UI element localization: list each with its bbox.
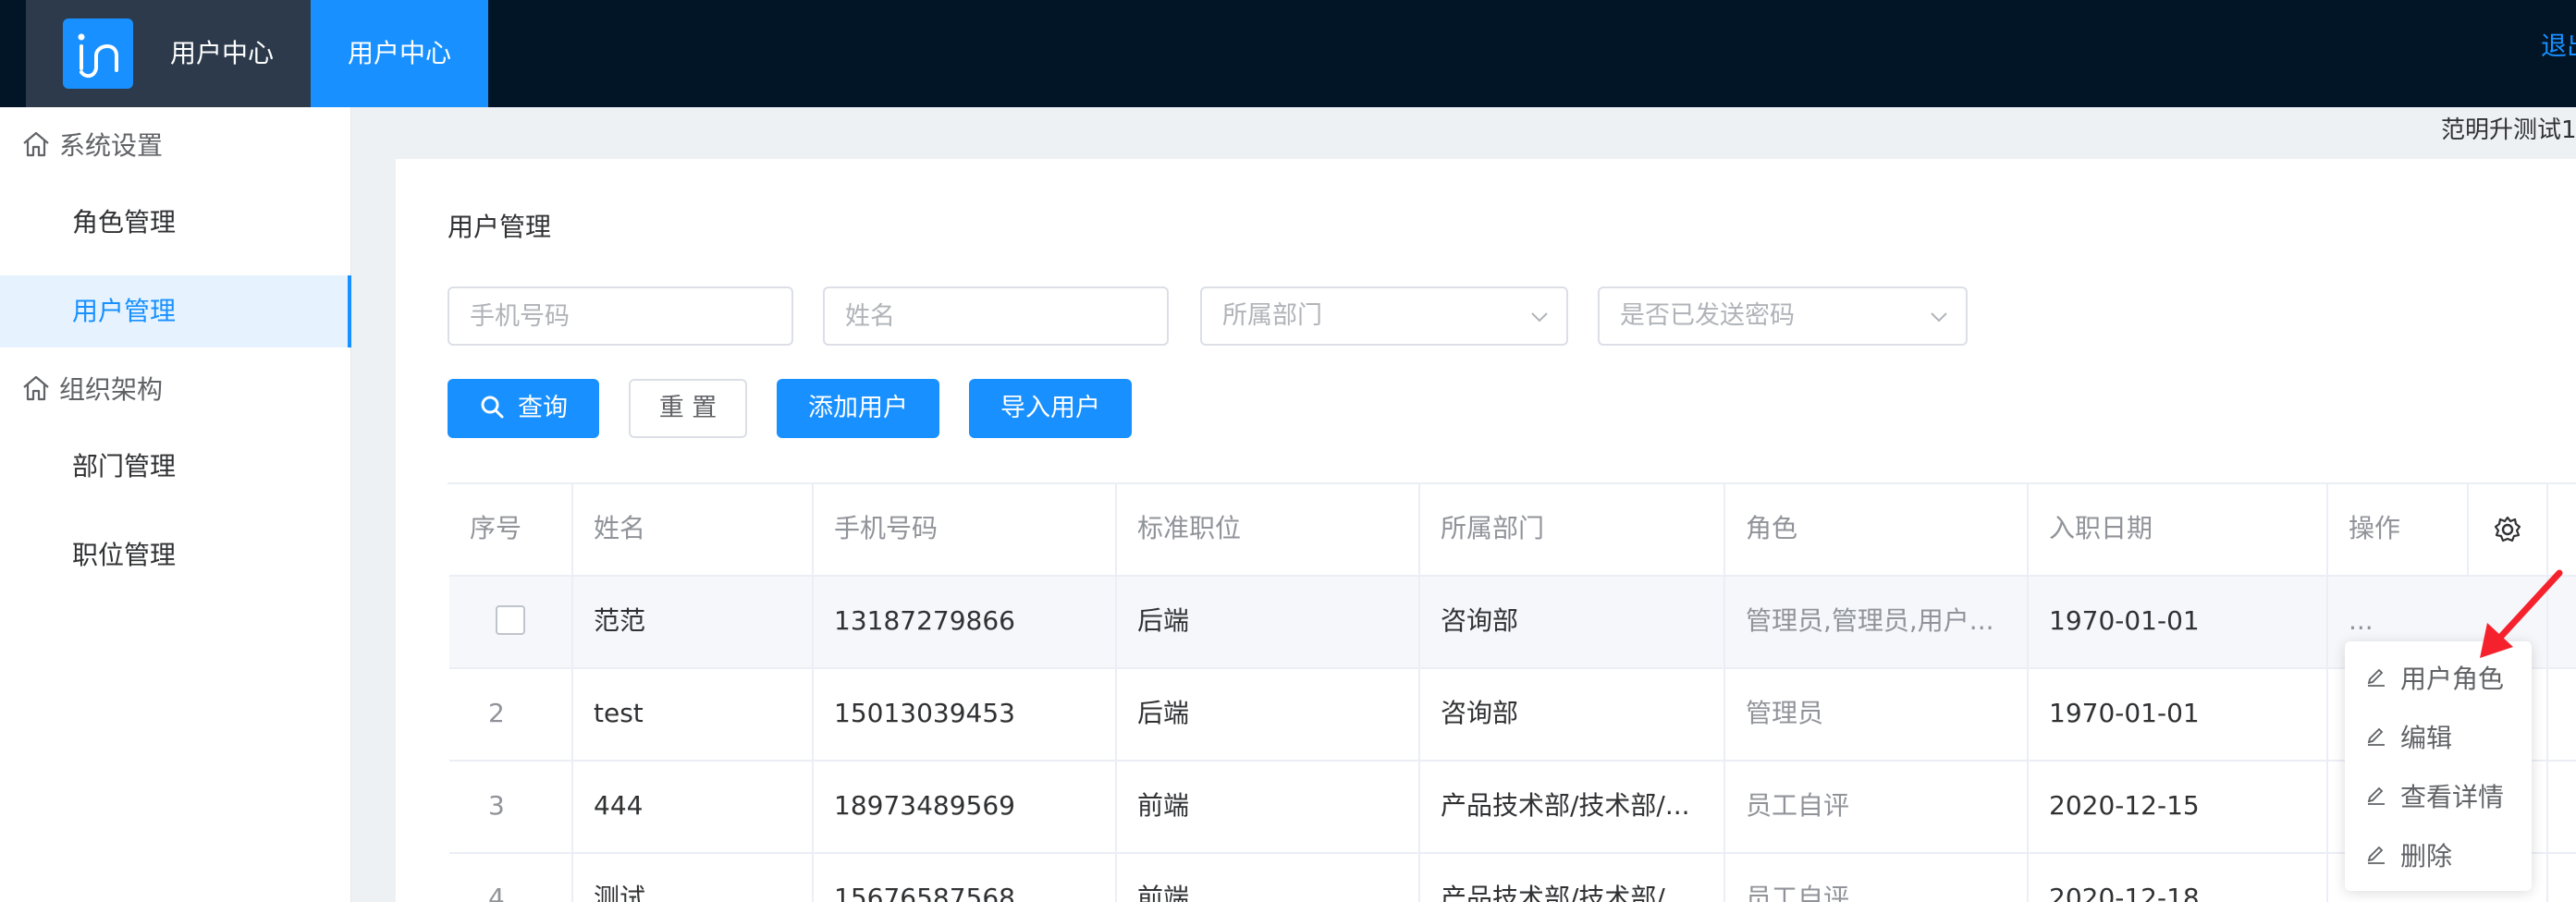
cell-department: 产品技术部/技术部/...	[1420, 854, 1725, 902]
nav-user-center-label: 用户中心	[348, 38, 452, 68]
cell-name: 范范	[573, 577, 814, 667]
cell-department: 咨询部	[1420, 669, 1725, 760]
sidebar-item-role-management[interactable]: 角色管理	[0, 187, 351, 259]
edit-pencil-icon	[2367, 727, 2385, 746]
table-row[interactable]: 3 444 18973489569 前端 产品技术部/技术部/... 员工自评 …	[449, 762, 2576, 854]
cell-phone: 15676587568	[814, 854, 1117, 902]
sidebar-item-position-management[interactable]: 职位管理	[0, 519, 351, 591]
header-name: 姓名	[573, 484, 814, 575]
user-table: 序号 姓名 手机号码 标准职位 所属部门 角色 入职日期 操作 范范 13187…	[448, 482, 2576, 902]
menu-item-label: 编辑	[2400, 723, 2453, 753]
page-title: 用户管理	[448, 212, 552, 242]
column-settings[interactable]	[2469, 484, 2548, 575]
chevron-down-icon	[1531, 312, 1548, 323]
table-row[interactable]: 2 test 15013039453 后端 咨询部 管理员 1970-01-01	[449, 669, 2576, 762]
header-phone: 手机号码	[814, 484, 1117, 575]
cell-join-date: 2020-12-18	[2029, 854, 2328, 902]
search-button-label: 查询	[518, 394, 568, 422]
current-user-name: 范明升测试1	[2441, 116, 2576, 144]
header-department: 所属部门	[1420, 484, 1725, 575]
row-checkbox-cell[interactable]	[449, 577, 573, 667]
menu-item-label: 查看详情	[2400, 782, 2505, 812]
table-row[interactable]: 4 测试 15676587568 前端 产品技术部/技术部/... 员工自评 2…	[449, 854, 2576, 902]
logo-block: 用户中心	[26, 0, 311, 107]
header-join-date: 入职日期	[2029, 484, 2328, 575]
cell-join-date: 1970-01-01	[2029, 669, 2328, 760]
cell-role: 员工自评	[1725, 854, 2029, 902]
cell-role: 管理员	[1725, 669, 2029, 760]
cell-role: 员工自评	[1725, 762, 2029, 852]
search-button[interactable]: 查询	[448, 379, 599, 438]
menu-item-view-details[interactable]: 查看详情	[2365, 773, 2504, 819]
cell-phone: 18973489569	[814, 762, 1117, 852]
header-actions: 操作	[2328, 484, 2469, 575]
home-icon	[23, 375, 49, 401]
phone-input[interactable]	[448, 286, 793, 346]
sidebar: 系统设置 角色管理 用户管理 组织架构 部门管理 职位管理	[0, 107, 351, 902]
header-position: 标准职位	[1117, 484, 1420, 575]
cell-phone: 15013039453	[814, 669, 1117, 760]
sidebar-group-org-structure[interactable]: 组织架构	[20, 370, 163, 407]
row-checkbox[interactable]	[496, 605, 525, 635]
home-icon	[23, 131, 49, 157]
cell-join-date: 2020-12-15	[2029, 762, 2328, 852]
sidebar-group-system-settings[interactable]: 系统设置	[20, 126, 163, 163]
cell-name: test	[573, 669, 814, 760]
top-header: 用户中心 用户中心 退出	[0, 0, 2576, 107]
header-index: 序号	[449, 484, 573, 575]
cell-position: 后端	[1117, 577, 1420, 667]
name-input[interactable]	[823, 286, 1169, 346]
in-logo-icon[interactable]	[63, 18, 133, 89]
table-row[interactable]: 范范 13187279866 后端 咨询部 管理员,管理员,用户... 1970…	[449, 577, 2576, 669]
search-icon	[481, 396, 504, 419]
cell-index: 4	[449, 854, 573, 902]
department-select-placeholder: 所属部门	[1222, 301, 1322, 330]
row-actions-dropdown: 用户角色 编辑 查看详情 删除	[2345, 641, 2532, 891]
gear-icon	[2494, 516, 2521, 542]
menu-item-edit[interactable]: 编辑	[2365, 713, 2452, 760]
cell-position: 后端	[1117, 669, 1420, 760]
add-user-button[interactable]: 添加用户	[777, 379, 939, 438]
table-header-row: 序号 姓名 手机号码 标准职位 所属部门 角色 入职日期 操作	[449, 484, 2576, 577]
header-role: 角色	[1725, 484, 2029, 575]
nav-user-center-active[interactable]: 用户中心	[311, 0, 488, 107]
nav-user-center[interactable]: 用户中心	[170, 0, 274, 107]
cell-index: 3	[449, 762, 573, 852]
edit-pencil-icon	[2367, 846, 2385, 864]
menu-item-label: 删除	[2400, 841, 2453, 872]
chevron-down-icon	[1931, 312, 1947, 323]
cell-name: 测试	[573, 854, 814, 902]
department-select[interactable]: 所属部门	[1200, 286, 1568, 346]
cell-department: 咨询部	[1420, 577, 1725, 667]
reset-button[interactable]: 重 置	[629, 379, 747, 438]
sidebar-group-label: 组织架构	[59, 374, 164, 405]
sidebar-group-label: 系统设置	[59, 130, 164, 161]
cell-position: 前端	[1117, 854, 1420, 902]
annotation-arrow-icon	[2480, 569, 2563, 658]
cell-index: 2	[449, 669, 573, 760]
cell-join-date: 1970-01-01	[2029, 577, 2328, 667]
import-user-button[interactable]: 导入用户	[969, 379, 1132, 438]
logout-link[interactable]: 退出	[2541, 0, 2576, 92]
menu-item-delete[interactable]: 删除	[2365, 832, 2452, 878]
edit-pencil-icon	[2367, 786, 2385, 805]
cell-name: 444	[573, 762, 814, 852]
cell-department: 产品技术部/技术部/...	[1420, 762, 1725, 852]
edit-pencil-icon	[2367, 668, 2385, 687]
cell-position: 前端	[1117, 762, 1420, 852]
cell-role: 管理员,管理员,用户...	[1725, 577, 2029, 667]
main-panel: 用户管理 所属部门 是否已发送密码 查询 重 置 添加用户 导入用户 序号 姓名…	[396, 159, 2576, 902]
password-sent-select-placeholder: 是否已发送密码	[1620, 301, 1795, 330]
sidebar-item-user-management[interactable]: 用户管理	[0, 275, 351, 347]
password-sent-select[interactable]: 是否已发送密码	[1598, 286, 1968, 346]
sidebar-item-department-management[interactable]: 部门管理	[0, 431, 351, 503]
cell-phone: 13187279866	[814, 577, 1117, 667]
